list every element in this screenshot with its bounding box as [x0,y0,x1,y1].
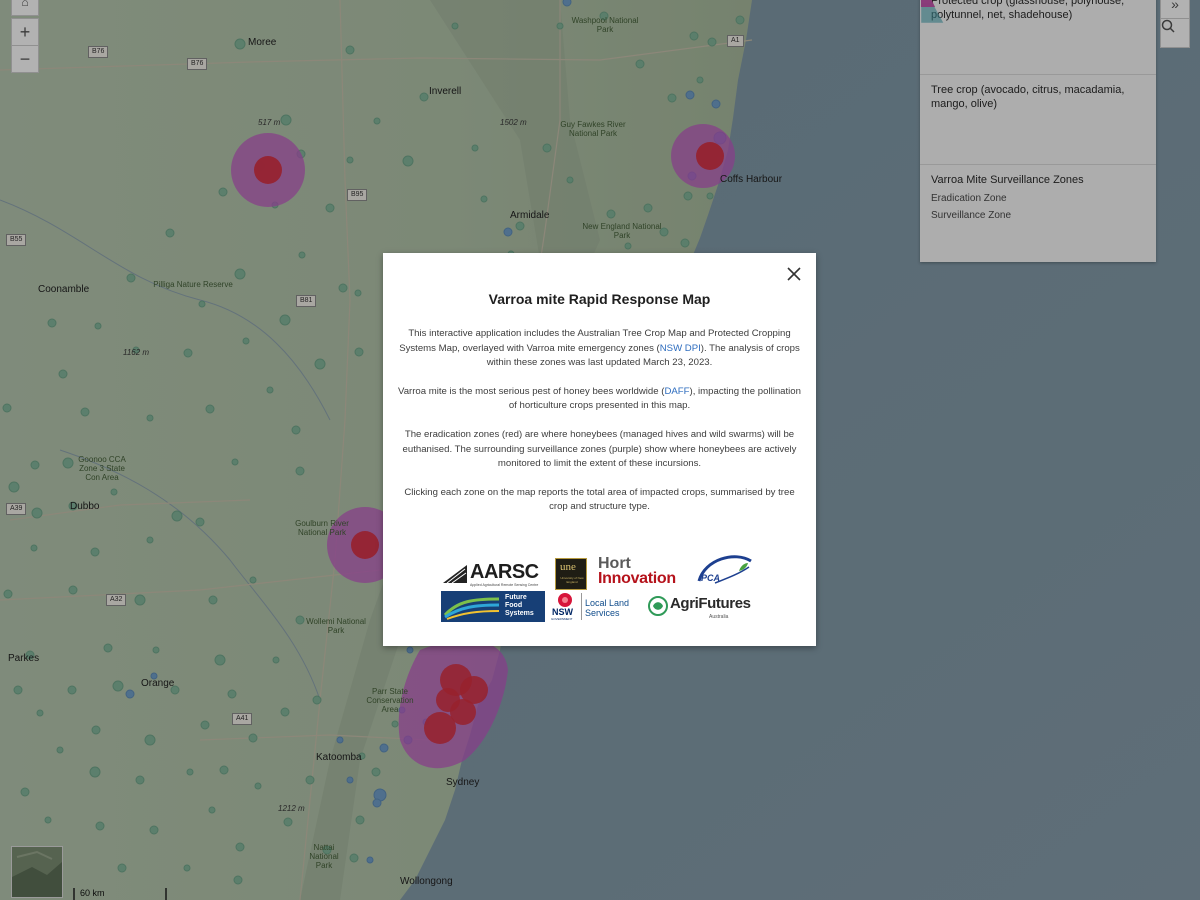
agrifutures-emblem-icon [648,596,668,616]
future-food-wordmark: Future Food Systems [505,594,534,618]
nsw-dpi-link[interactable]: NSW DPI [660,343,701,354]
dialog-text: Varroa mite is the most serious pest of … [398,385,665,397]
local-land-line: Local Land [585,598,630,608]
pca-swoosh-icon [697,555,752,584]
une-logo: une University of New England [555,558,587,590]
local-land-line: Services [585,608,620,618]
agrifutures-wordmark: AgriFutures [670,595,751,612]
daff-link[interactable]: DAFF [664,386,689,397]
future-food-wave-icon [443,597,500,620]
aarsc-logo: AARSC Applied Agricultural Remote Sensin… [441,561,551,589]
une-wordmark: une [560,561,576,573]
agrifutures-subtitle: Australia [709,614,729,620]
future-food-line: Food [505,602,523,609]
partner-logos: AARSC Applied Agricultural Remote Sensin… [383,553,816,628]
aarsc-subtitle: Applied Agricultural Remote Sensing Cent… [470,583,539,587]
logo-divider [581,593,582,620]
close-icon[interactable] [784,264,804,284]
agrifutures-logo: AgriFutures Australia [647,593,759,623]
dialog-paragraph: This interactive application includes th… [398,327,802,371]
local-land-wordmark: Local Land Services [585,598,629,618]
future-food-line: Future [505,594,527,601]
dialog-paragraph: Varroa mite is the most serious pest of … [398,385,802,414]
nsw-wordmark: NSW [552,607,573,617]
nsw-subtitle: GOVERNMENT [551,617,573,621]
dialog-title: Varroa mite Rapid Response Map [488,291,711,307]
future-food-line: Systems [505,610,534,617]
pca-logo: PCA [695,553,753,589]
dialog-paragraph: The eradication zones (red) are where ho… [402,428,797,470]
aarsc-emblem-icon [443,565,467,584]
nsw-local-land-services-logo: NSW GOVERNMENT Local Land Services [551,591,643,623]
dialog-paragraph: Clicking each zone on the map reports th… [404,486,795,513]
future-food-systems-logo: Future Food Systems [441,591,545,622]
pca-wordmark: PCA [701,573,721,583]
une-subtitle: University of New England [560,576,584,584]
aarsc-wordmark: AARSC [470,561,539,583]
intro-dialog: Varroa mite Rapid Response Map This inte… [383,253,816,646]
innovation-wordmark: Innovation [598,570,676,587]
hort-innovation-logo: Hort Innovation [598,555,694,589]
